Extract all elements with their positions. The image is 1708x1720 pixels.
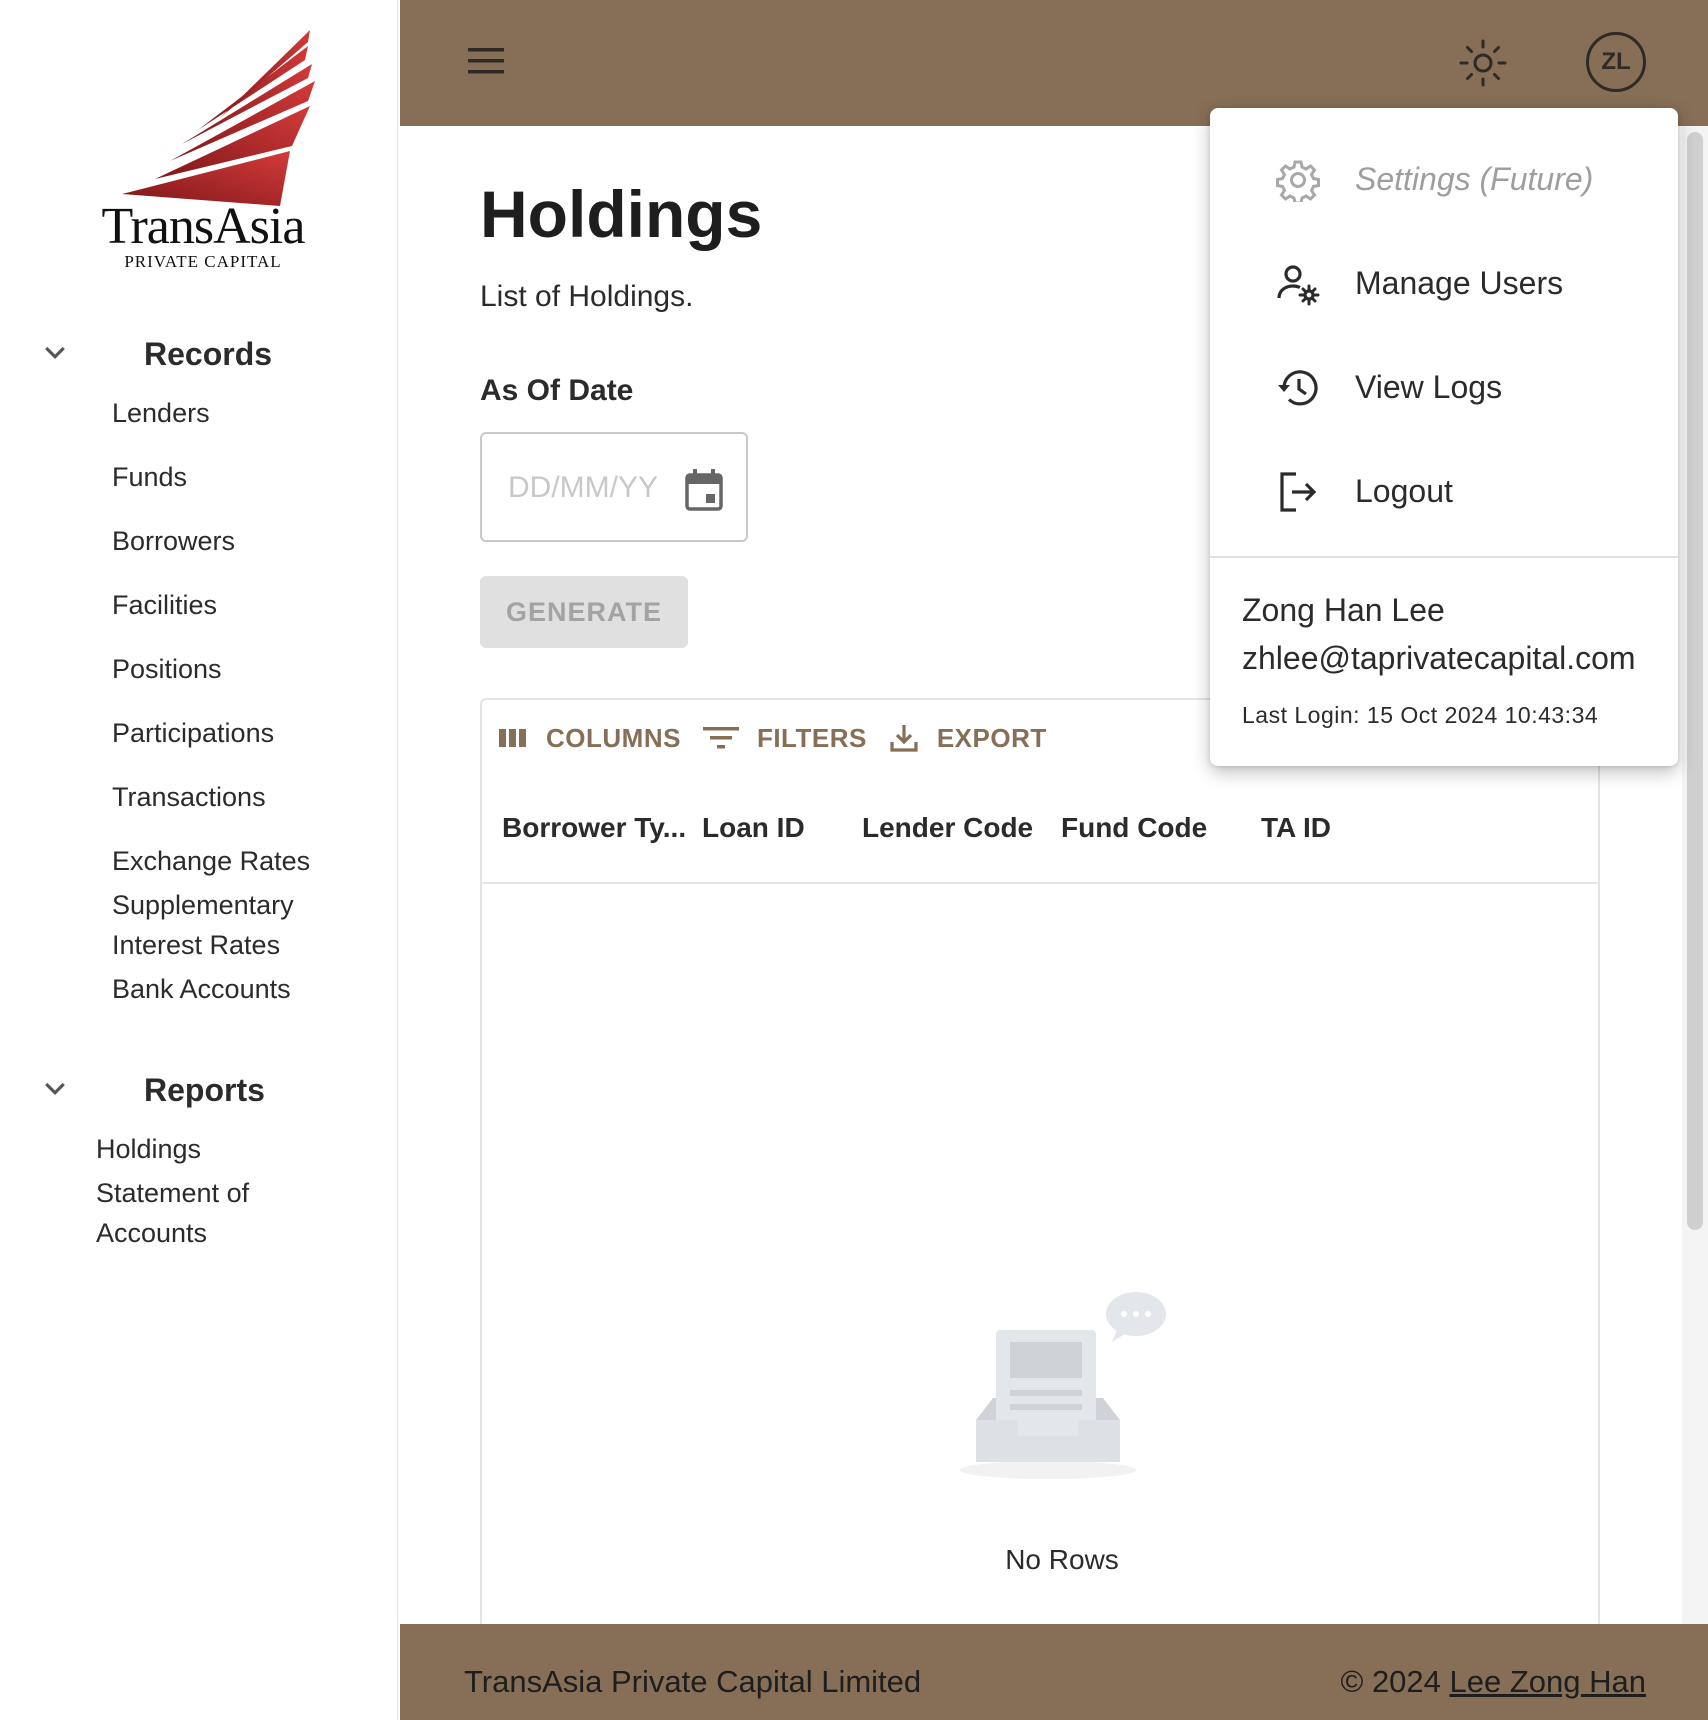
empty-inbox-icon (960, 1292, 1166, 1479)
generate-button[interactable]: GENERATE (480, 576, 688, 648)
as-of-date-input[interactable] (508, 468, 658, 508)
export-button[interactable]: EXPORT (889, 723, 1047, 754)
column-header-ta-id[interactable]: TA ID (1261, 812, 1331, 844)
columns-button[interactable]: COLUMNS (498, 723, 681, 754)
columns-icon (499, 729, 526, 747)
scrollbar-thumb[interactable] (1687, 132, 1703, 1230)
menu-item-settings-label: Settings (Future) (1355, 161, 1594, 197)
sidebar-item-statement-of-accounts-line2[interactable]: Accounts (96, 1213, 207, 1253)
author-link[interactable]: Lee Zong Han (1450, 1664, 1646, 1699)
column-header-lender-code[interactable]: Lender Code (862, 812, 1033, 844)
user-email: zhlee@taprivatecapital.com (1242, 640, 1636, 676)
user-dropdown-menu: Settings (Future) Manage Users View Logs… (1210, 108, 1678, 766)
menu-item-logout[interactable]: Logout (1210, 440, 1678, 544)
export-label: EXPORT (936, 722, 1047, 753)
sidebar-item-statement-of-accounts[interactable]: Statement of (96, 1173, 249, 1213)
header-divider (482, 882, 1598, 884)
filter-icon (702, 727, 739, 749)
menu-item-manage-users-label: Manage Users (1355, 265, 1564, 301)
records-section-title: Records (144, 336, 273, 372)
columns-label: COLUMNS (546, 722, 681, 753)
sun-icon[interactable] (1458, 38, 1508, 88)
history-icon (1278, 370, 1318, 406)
filters-label: FILTERS (756, 722, 867, 753)
page-title: Holdings (480, 177, 763, 251)
logo-wordmark: TransAsia (101, 198, 306, 255)
transasia-logo: TransAsia Private Capital (70, 26, 330, 276)
footer-copyright: © 2024 Lee Zong Han (1340, 1664, 1646, 1700)
chevron-down-icon (45, 346, 65, 359)
manage-users-icon (1277, 265, 1320, 306)
footer: TransAsia Private Capital Limited © 2024… (400, 1624, 1708, 1720)
column-header-borrower-type[interactable]: Borrower Ty... (502, 812, 686, 844)
sidebar-item-borrowers[interactable]: Borrowers (112, 521, 235, 561)
sidebar-item-facilities[interactable]: Facilities (112, 585, 217, 625)
sidebar-item-positions[interactable]: Positions (112, 649, 222, 689)
sidebar-item-supplementary-interest-rates-line2[interactable]: Interest Rates (112, 925, 280, 965)
as-of-date-label: As Of Date (480, 374, 634, 407)
filters-button[interactable]: FILTERS (702, 722, 867, 754)
footer-company-name: TransAsia Private Capital Limited (464, 1664, 922, 1699)
grid-toolbar: COLUMNS FILTERS EXPORT (498, 720, 1069, 756)
as-of-date-field[interactable] (480, 432, 748, 542)
sidebar-item-exchange-rates[interactable]: Exchange Rates (112, 841, 310, 881)
holdings-data-grid: COLUMNS FILTERS EXPORT Borrower Ty... Lo… (480, 698, 1600, 1658)
menu-divider (1210, 556, 1678, 558)
logo-wing-icon (122, 30, 315, 206)
user-name: Zong Han Lee (1242, 592, 1445, 628)
sidebar-item-funds[interactable]: Funds (112, 457, 187, 497)
menu-item-logout-label: Logout (1355, 473, 1453, 509)
no-rows-message: No Rows (1005, 1544, 1119, 1575)
page-subtitle: List of Holdings. (480, 280, 694, 313)
menu-item-manage-users[interactable]: Manage Users (1210, 232, 1678, 336)
menu-item-view-logs[interactable]: View Logs (1210, 336, 1678, 440)
gear-icon (1276, 160, 1320, 202)
records-section-toggle[interactable]: Records (0, 326, 398, 376)
logout-icon (1280, 472, 1317, 512)
logo-subtitle: Private Capital (124, 252, 282, 271)
last-login-text: Last Login: 15 Oct 2024 10:43:34 (1242, 702, 1599, 728)
reports-section-toggle[interactable]: Reports (0, 1062, 398, 1112)
menu-item-settings: Settings (Future) (1210, 128, 1678, 232)
sidebar-item-holdings[interactable]: Holdings (96, 1129, 201, 1169)
copyright-prefix: © 2024 (1340, 1664, 1450, 1699)
column-header-loan-id[interactable]: Loan ID (702, 812, 805, 844)
calendar-icon[interactable] (684, 468, 724, 512)
sidebar: TransAsia Private Capital Records Lender… (0, 0, 398, 1720)
reports-section-title: Reports (144, 1072, 265, 1108)
sidebar-item-transactions[interactable]: Transactions (112, 777, 266, 817)
download-icon (890, 725, 918, 752)
sidebar-item-bank-accounts[interactable]: Bank Accounts (112, 969, 291, 1009)
sidebar-item-lenders[interactable]: Lenders (112, 393, 210, 433)
sidebar-item-supplementary-interest-rates[interactable]: Supplementary (112, 885, 294, 925)
sidebar-item-participations[interactable]: Participations (112, 713, 274, 753)
user-avatar-button[interactable]: ZL (1586, 32, 1646, 92)
column-header-fund-code[interactable]: Fund Code (1061, 812, 1207, 844)
menu-item-view-logs-label: View Logs (1355, 369, 1503, 405)
hamburger-menu-icon[interactable] (466, 45, 506, 77)
chevron-down-icon (45, 1082, 65, 1095)
